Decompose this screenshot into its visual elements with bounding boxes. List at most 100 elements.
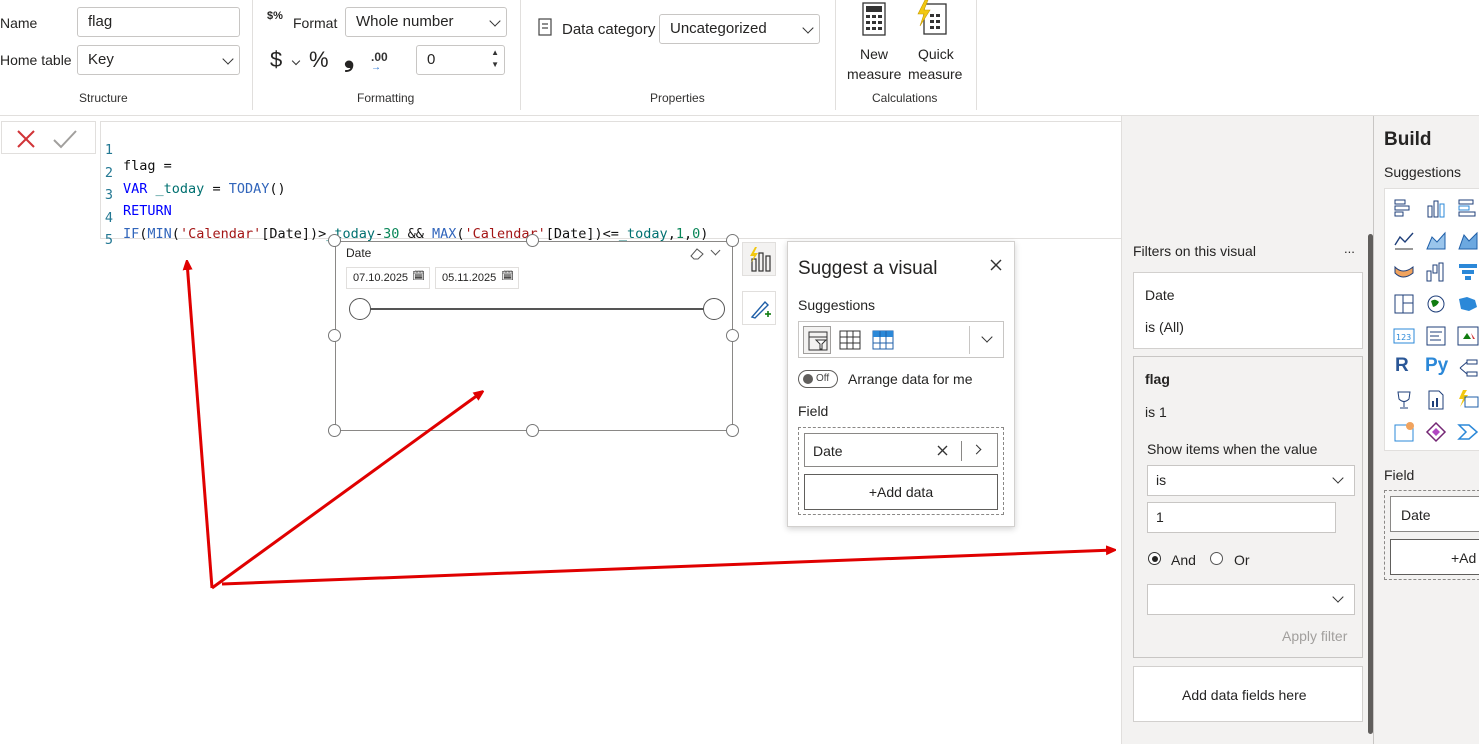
close-icon[interactable] xyxy=(990,259,1002,271)
add-fields-drop-zone[interactable]: Add data fields here xyxy=(1133,666,1363,722)
build-field-chip-date[interactable]: Date xyxy=(1390,496,1479,532)
matrix-icon[interactable] xyxy=(872,330,894,350)
resize-handle[interactable] xyxy=(726,424,739,437)
area-chart-icon[interactable] xyxy=(1425,229,1447,251)
data-category-value: Uncategorized xyxy=(670,20,767,37)
home-table-select[interactable]: Key xyxy=(77,45,240,75)
build-suggestions-label: Suggestions xyxy=(1384,164,1462,180)
range-start-handle[interactable] xyxy=(349,298,371,320)
build-add-data-button[interactable]: +Ad xyxy=(1390,539,1479,575)
new-measure-button[interactable]: New measure xyxy=(846,0,904,84)
decomposition-tree-icon[interactable] xyxy=(1457,357,1479,379)
stacked-bar-icon[interactable] xyxy=(1393,197,1415,219)
slicer-suggestion[interactable] xyxy=(803,326,831,354)
code-line-1: 1 flag = xyxy=(101,126,172,174)
end-date-value: 05.11.2025 xyxy=(442,272,497,284)
group-divider xyxy=(835,0,836,110)
quick-measure-button[interactable]: Quick measure xyxy=(906,0,968,84)
chevron-down-icon[interactable] xyxy=(291,56,301,66)
apply-filter-button[interactable]: Apply filter xyxy=(1282,628,1347,644)
comma-style-button[interactable]: ❟ xyxy=(344,44,354,70)
resize-handle[interactable] xyxy=(526,234,539,247)
structure-group-label: Structure xyxy=(79,91,128,105)
kpi-icon[interactable] xyxy=(1457,325,1479,347)
stacked-column-icon[interactable] xyxy=(1425,197,1447,219)
spin-down-icon[interactable]: ▼ xyxy=(491,61,499,69)
resize-handle[interactable] xyxy=(328,329,341,342)
map-icon[interactable] xyxy=(1425,293,1447,315)
spin-up-icon[interactable]: ▲ xyxy=(491,49,499,57)
group-divider xyxy=(520,0,521,110)
chevron-down-icon[interactable] xyxy=(710,245,721,256)
clustered-bar-icon[interactable] xyxy=(1457,197,1479,219)
key-influencers-icon[interactable] xyxy=(1393,389,1415,411)
visual-gallery: 123 R Py xyxy=(1384,188,1479,451)
dropdown-divider xyxy=(969,326,970,354)
decimal-places-input[interactable]: 0 ▲ ▼ xyxy=(416,45,505,75)
ribbon-chart-icon[interactable] xyxy=(1393,261,1415,283)
data-category-select[interactable]: Uncategorized xyxy=(659,14,820,44)
and-radio[interactable] xyxy=(1148,552,1161,565)
funnel-icon[interactable] xyxy=(1457,261,1479,283)
line-chart-icon[interactable] xyxy=(1393,229,1415,251)
paintbrush-icon xyxy=(750,300,771,319)
arrow-right-icon: → xyxy=(371,62,381,73)
or-radio[interactable] xyxy=(1210,552,1223,565)
treemap-icon[interactable] xyxy=(1393,293,1415,315)
suggestions-dropdown[interactable] xyxy=(798,321,1004,358)
format-select[interactable]: Whole number xyxy=(345,7,507,37)
value-text: 1 xyxy=(1156,509,1164,525)
card-icon[interactable]: 123 xyxy=(1393,325,1415,347)
waterfall-icon[interactable] xyxy=(1425,261,1447,283)
filters-header: Filters on this visual xyxy=(1133,243,1256,259)
commit-check-icon[interactable] xyxy=(52,129,78,149)
eraser-icon[interactable] xyxy=(690,248,704,260)
quick-measure-icon xyxy=(917,0,947,35)
name-input[interactable]: flag xyxy=(77,7,240,37)
stacked-area-icon[interactable] xyxy=(1457,229,1479,251)
suggest-visual-button[interactable] xyxy=(742,242,776,276)
annotation-arrow-formula xyxy=(187,262,214,589)
code-line-5: 5 xyxy=(101,216,134,248)
second-condition-select[interactable] xyxy=(1147,584,1355,615)
flag-filter-state: is 1 xyxy=(1145,404,1167,420)
chevron-down-icon xyxy=(1332,472,1344,484)
build-field-well: Date +Ad xyxy=(1384,490,1479,580)
remove-field-icon[interactable] xyxy=(937,445,948,456)
chevron-right-icon[interactable] xyxy=(971,444,982,455)
condition-select[interactable]: is xyxy=(1147,465,1355,496)
resize-handle[interactable] xyxy=(328,234,341,247)
power-automate-icon[interactable] xyxy=(1457,421,1479,443)
format-visual-button[interactable] xyxy=(742,291,776,325)
more-options-icon[interactable]: ... xyxy=(1344,241,1355,256)
resize-handle[interactable] xyxy=(328,424,341,437)
paginated-report-icon[interactable] xyxy=(1425,389,1447,411)
add-data-label: +Add data xyxy=(868,484,934,500)
arrange-toggle[interactable]: Off xyxy=(798,370,838,388)
resize-handle[interactable] xyxy=(726,234,739,247)
start-date-input[interactable]: 07.10.2025 🗓 xyxy=(346,267,430,289)
python-visual-icon[interactable]: Py xyxy=(1425,355,1448,377)
end-date-input[interactable]: 05.11.2025 🗓 xyxy=(435,267,519,289)
range-end-handle[interactable] xyxy=(703,298,725,320)
field-chip-date[interactable]: Date xyxy=(804,433,998,467)
filled-map-icon[interactable] xyxy=(1457,293,1479,315)
multi-row-card-icon[interactable] xyxy=(1425,325,1447,347)
percent-button[interactable]: % xyxy=(309,47,329,73)
chevron-down-icon xyxy=(489,15,501,27)
date-filter-card[interactable]: Date is (All) xyxy=(1133,272,1363,349)
range-track xyxy=(360,308,714,310)
smart-narrative-icon[interactable] xyxy=(1457,389,1479,411)
suggest-visual-popup: Suggest a visual Suggestions Off Arrange… xyxy=(787,241,1015,527)
resize-handle[interactable] xyxy=(526,424,539,437)
chevron-down-icon[interactable] xyxy=(981,331,993,343)
power-apps-icon[interactable] xyxy=(1425,421,1447,443)
value-input[interactable]: 1 xyxy=(1147,502,1336,533)
table-icon[interactable] xyxy=(839,330,861,350)
r-visual-icon[interactable]: R xyxy=(1395,355,1409,377)
add-data-button[interactable]: +Add data xyxy=(804,474,998,510)
currency-button[interactable]: $ xyxy=(270,47,282,73)
resize-handle[interactable] xyxy=(726,329,739,342)
cancel-icon[interactable] xyxy=(16,129,36,149)
q-and-a-icon[interactable] xyxy=(1393,421,1415,443)
